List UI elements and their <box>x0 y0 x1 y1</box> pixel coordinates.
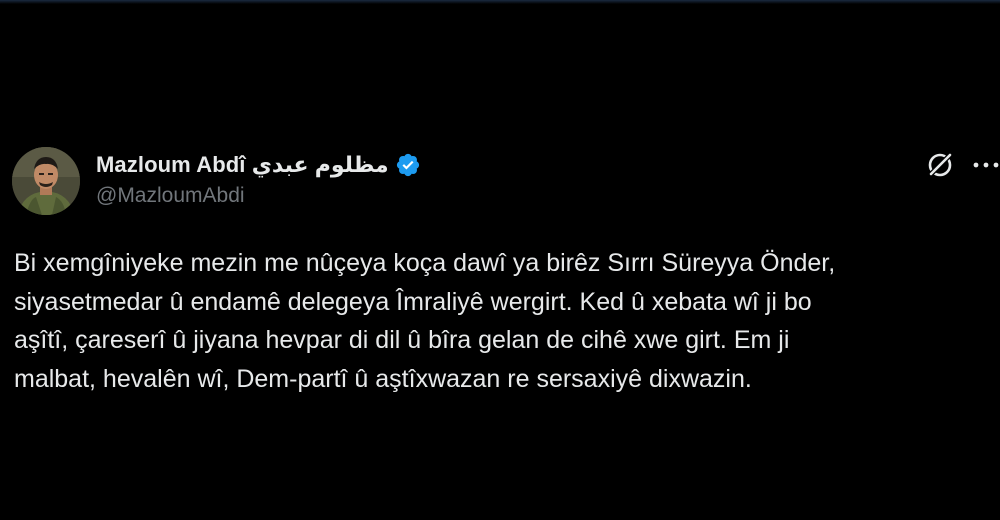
tweet-text-line: siyasetmedar û endamê delegeya Îmraliyê … <box>14 287 812 316</box>
verified-badge-icon <box>395 152 421 178</box>
author-name-row: Mazloum Abdî مظلوم عبدي <box>96 150 421 180</box>
avatar-photo-icon <box>12 147 80 215</box>
tweet-text-line: aşîtî, çareserî û jiyana hevpar di dil û… <box>14 326 790 354</box>
tweet-text: Bi xemgîniyeke mezin me nûçeya koça dawî… <box>14 244 998 398</box>
grok-icon[interactable] <box>925 150 955 180</box>
more-options-icon[interactable] <box>972 153 1000 177</box>
avatar[interactable] <box>12 147 80 215</box>
tweet-text-line: Bi xemgîniyeke mezin me nûçeya koça dawî… <box>14 249 836 277</box>
tweet-text-line: malbat, hevalên wî, Dem-partî û aştîxwaz… <box>14 364 752 393</box>
author-handle[interactable]: @MazloumAbdi <box>96 184 421 208</box>
tweet-card: Mazloum Abdî مظلوم عبدي @MazloumAbdi Bi … <box>0 0 1000 520</box>
tweet-header: Mazloum Abdî مظلوم عبدي @MazloumAbdi <box>96 150 421 214</box>
author-display-name[interactable]: Mazloum Abdî مظلوم عبدي <box>96 152 389 178</box>
